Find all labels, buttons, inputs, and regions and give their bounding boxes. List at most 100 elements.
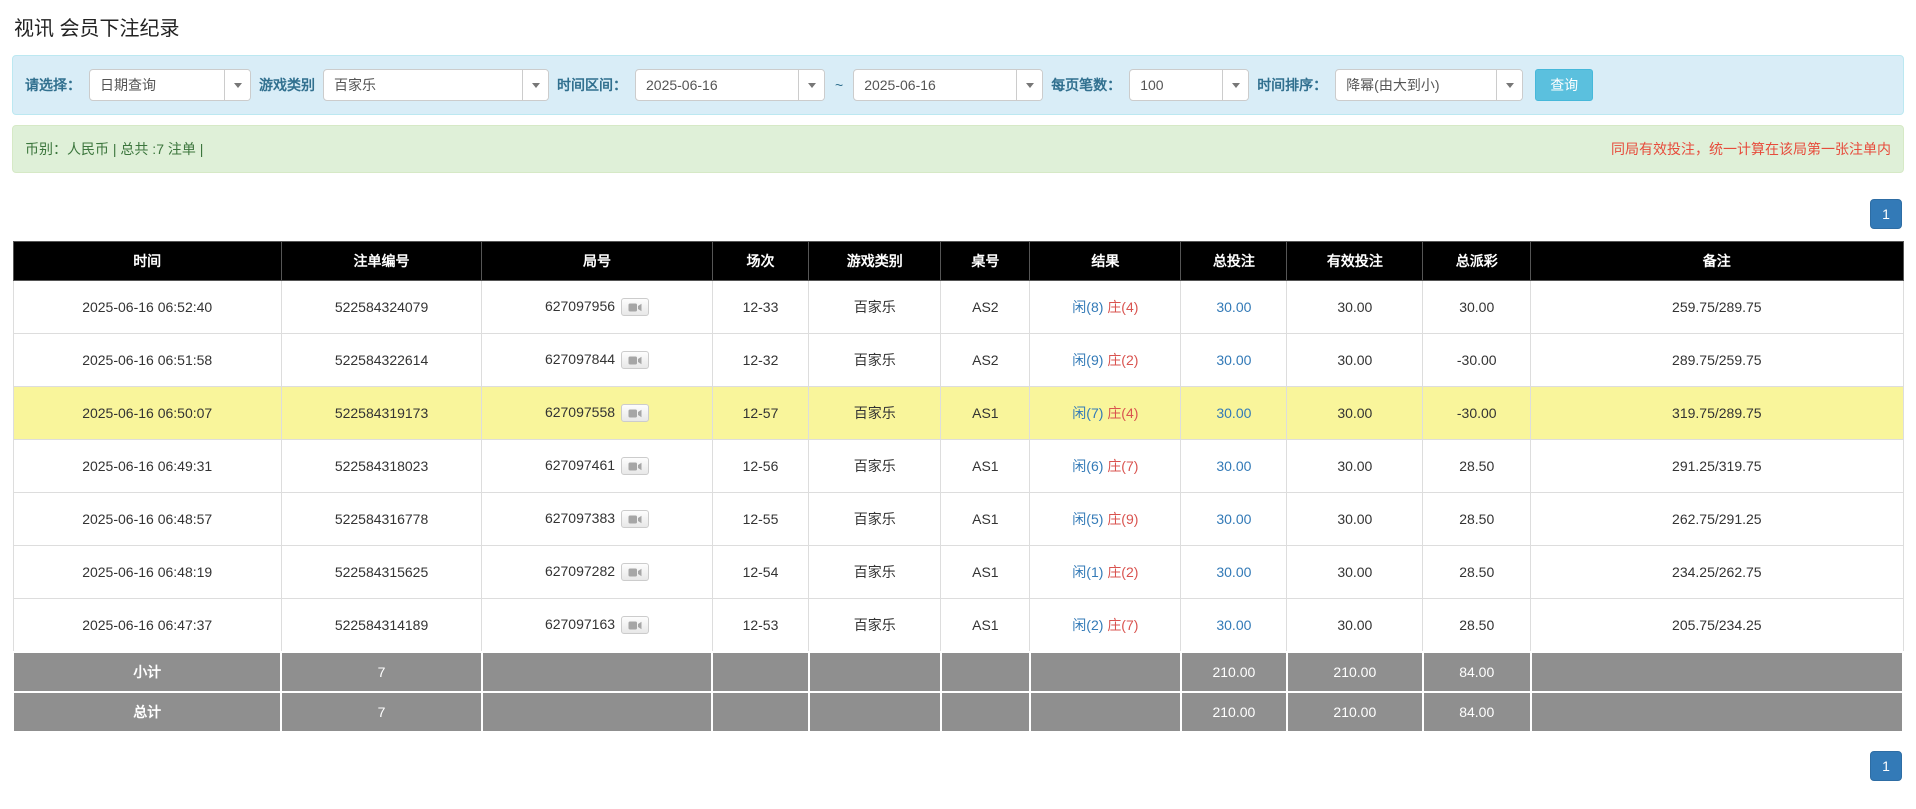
caret-down-icon[interactable]	[798, 70, 824, 100]
summary-note: 同局有效投注，统一计算在该局第一张注单内	[1611, 141, 1891, 157]
cell-table-no: AS2	[940, 280, 1031, 334]
cell-remark: 234.25/262.75	[1530, 545, 1904, 599]
query-type-select[interactable]: 日期查询	[89, 69, 251, 101]
sort-select[interactable]: 降幂(由大到小)	[1335, 69, 1524, 101]
round-id-text: 627097461	[544, 456, 616, 473]
cell-valid-bet: 30.00	[1286, 386, 1424, 440]
cell-valid-bet: 30.00	[1286, 439, 1424, 493]
cell-session: 12-53	[711, 598, 810, 653]
table-row: 2025-06-16 06:47:37 522584314189 6270971…	[12, 598, 1904, 653]
date-to-select[interactable]: 2025-06-16	[853, 69, 1044, 101]
video-replay-button[interactable]	[621, 404, 650, 423]
caret-down-icon[interactable]	[522, 70, 548, 100]
round-id-text: 627097383	[544, 509, 616, 526]
date-from-select[interactable]: 2025-06-16	[635, 69, 825, 101]
betting-records-table: 时间 注单编号 局号 场次 游戏类别 桌号 结果 总投注 有效投注 总派彩 备注…	[11, 241, 1905, 733]
cell-bet-id: 522584318023	[280, 439, 483, 493]
sort-label: 时间排序：	[1257, 77, 1328, 93]
header-session: 场次	[711, 241, 810, 281]
video-replay-button[interactable]	[621, 298, 650, 317]
cell-round-id: 627097282	[481, 545, 713, 599]
video-replay-button[interactable]	[621, 510, 650, 529]
page-size-label: 每页笔数：	[1051, 77, 1122, 93]
cell-bet-id: 522584322614	[280, 333, 483, 387]
cell-result: 闲(7) 庄(4)	[1029, 386, 1182, 440]
video-replay-button[interactable]	[621, 563, 650, 582]
caret-down-icon[interactable]	[1016, 70, 1043, 100]
page-button-1[interactable]: 1	[1870, 751, 1902, 781]
page-size-select[interactable]: 100	[1129, 69, 1250, 101]
cell-game-type: 百家乐	[808, 545, 942, 599]
cell-valid-bet: 30.00	[1286, 598, 1424, 653]
table-row: 2025-06-16 06:50:07 522584319173 6270975…	[12, 386, 1904, 440]
video-replay-button[interactable]	[621, 351, 650, 370]
cell-time: 2025-06-16 06:47:37	[12, 598, 282, 653]
header-bet-id: 注单编号	[280, 241, 483, 281]
subtotal-empty-cell	[1529, 651, 1905, 693]
query-button[interactable]: 查询	[1535, 69, 1594, 101]
total-bet-link[interactable]: 30.00	[1216, 299, 1251, 315]
total-bet-link[interactable]: 30.00	[1216, 564, 1251, 580]
result-player: 闲(5)	[1072, 511, 1104, 527]
video-replay-button[interactable]	[621, 616, 650, 635]
caret-down-icon[interactable]	[1496, 70, 1523, 100]
cell-bet-id: 522584319173	[280, 386, 483, 440]
cell-total-bet: 30.00	[1180, 439, 1288, 493]
cell-round-id: 627097163	[481, 598, 713, 653]
caret-down-icon[interactable]	[224, 70, 250, 100]
cell-session: 12-54	[711, 545, 810, 599]
cell-result: 闲(8) 庄(4)	[1029, 280, 1182, 334]
caret-down-icon	[1505, 82, 1514, 88]
result-banker: 庄(9)	[1107, 511, 1139, 527]
total-bet-link[interactable]: 30.00	[1216, 511, 1251, 527]
cell-valid-bet: 30.00	[1286, 333, 1424, 387]
total-bet-link[interactable]: 30.00	[1216, 617, 1251, 633]
result-banker: 庄(4)	[1107, 405, 1139, 421]
cell-valid-bet: 30.00	[1286, 492, 1424, 546]
table-body: 2025-06-16 06:52:40 522584324079 6270979…	[12, 280, 1904, 653]
total-bet-link[interactable]: 30.00	[1216, 458, 1251, 474]
video-camera-icon	[628, 462, 642, 471]
subtotal-empty-cell	[711, 651, 810, 693]
cell-payout: 30.00	[1422, 280, 1532, 334]
header-game-type: 游戏类别	[808, 241, 942, 281]
query-type-value: 日期查询	[100, 77, 156, 93]
caret-down-icon	[531, 82, 540, 88]
header-time: 时间	[12, 241, 282, 281]
cell-table-no: AS1	[940, 439, 1031, 493]
subtotal-payout: 84.00	[1421, 651, 1532, 693]
page-button-1[interactable]: 1	[1870, 199, 1902, 229]
page-size-value: 100	[1140, 77, 1164, 93]
cell-bet-id: 522584314189	[280, 598, 483, 653]
game-type-select[interactable]: 百家乐	[323, 69, 549, 101]
total-bet-link[interactable]: 30.00	[1216, 352, 1251, 368]
grand-total-valid-bet: 210.00	[1285, 691, 1424, 733]
result-banker: 庄(2)	[1107, 564, 1139, 580]
page-title: 视讯 会员下注纪录	[14, 18, 180, 40]
result-player: 闲(2)	[1072, 617, 1104, 633]
grand-total-label: 总计	[11, 691, 283, 733]
cell-remark: 205.75/234.25	[1530, 598, 1904, 653]
result-player: 闲(7)	[1072, 405, 1104, 421]
header-round-id: 局号	[481, 241, 713, 281]
cell-round-id: 627097558	[481, 386, 713, 440]
filter-bar: 请选择： 日期查询 游戏类别 百家乐 时间区间： 2025-06-16 ~ 20…	[12, 55, 1904, 115]
date-to-value: 2025-06-16	[864, 77, 936, 93]
cell-remark: 259.75/289.75	[1530, 280, 1904, 334]
cell-result: 闲(6) 庄(7)	[1029, 439, 1182, 493]
cell-table-no: AS1	[940, 598, 1031, 653]
video-camera-icon	[628, 356, 642, 365]
cell-game-type: 百家乐	[808, 333, 942, 387]
cell-bet-id: 522584316778	[280, 492, 483, 546]
table-header: 时间 注单编号 局号 场次 游戏类别 桌号 结果 总投注 有效投注 总派彩 备注	[12, 241, 1904, 281]
caret-down-icon[interactable]	[1222, 70, 1249, 100]
cell-round-id: 627097461	[481, 439, 713, 493]
sort-value: 降幂(由大到小)	[1346, 77, 1440, 93]
cell-time: 2025-06-16 06:48:19	[12, 545, 282, 599]
cell-session: 12-57	[711, 386, 810, 440]
total-bet-link[interactable]: 30.00	[1216, 405, 1251, 421]
table-row: 2025-06-16 06:48:19 522584315625 6270972…	[12, 545, 1904, 599]
video-replay-button[interactable]	[621, 457, 650, 476]
cell-time: 2025-06-16 06:49:31	[12, 439, 282, 493]
cell-payout: -30.00	[1422, 333, 1532, 387]
